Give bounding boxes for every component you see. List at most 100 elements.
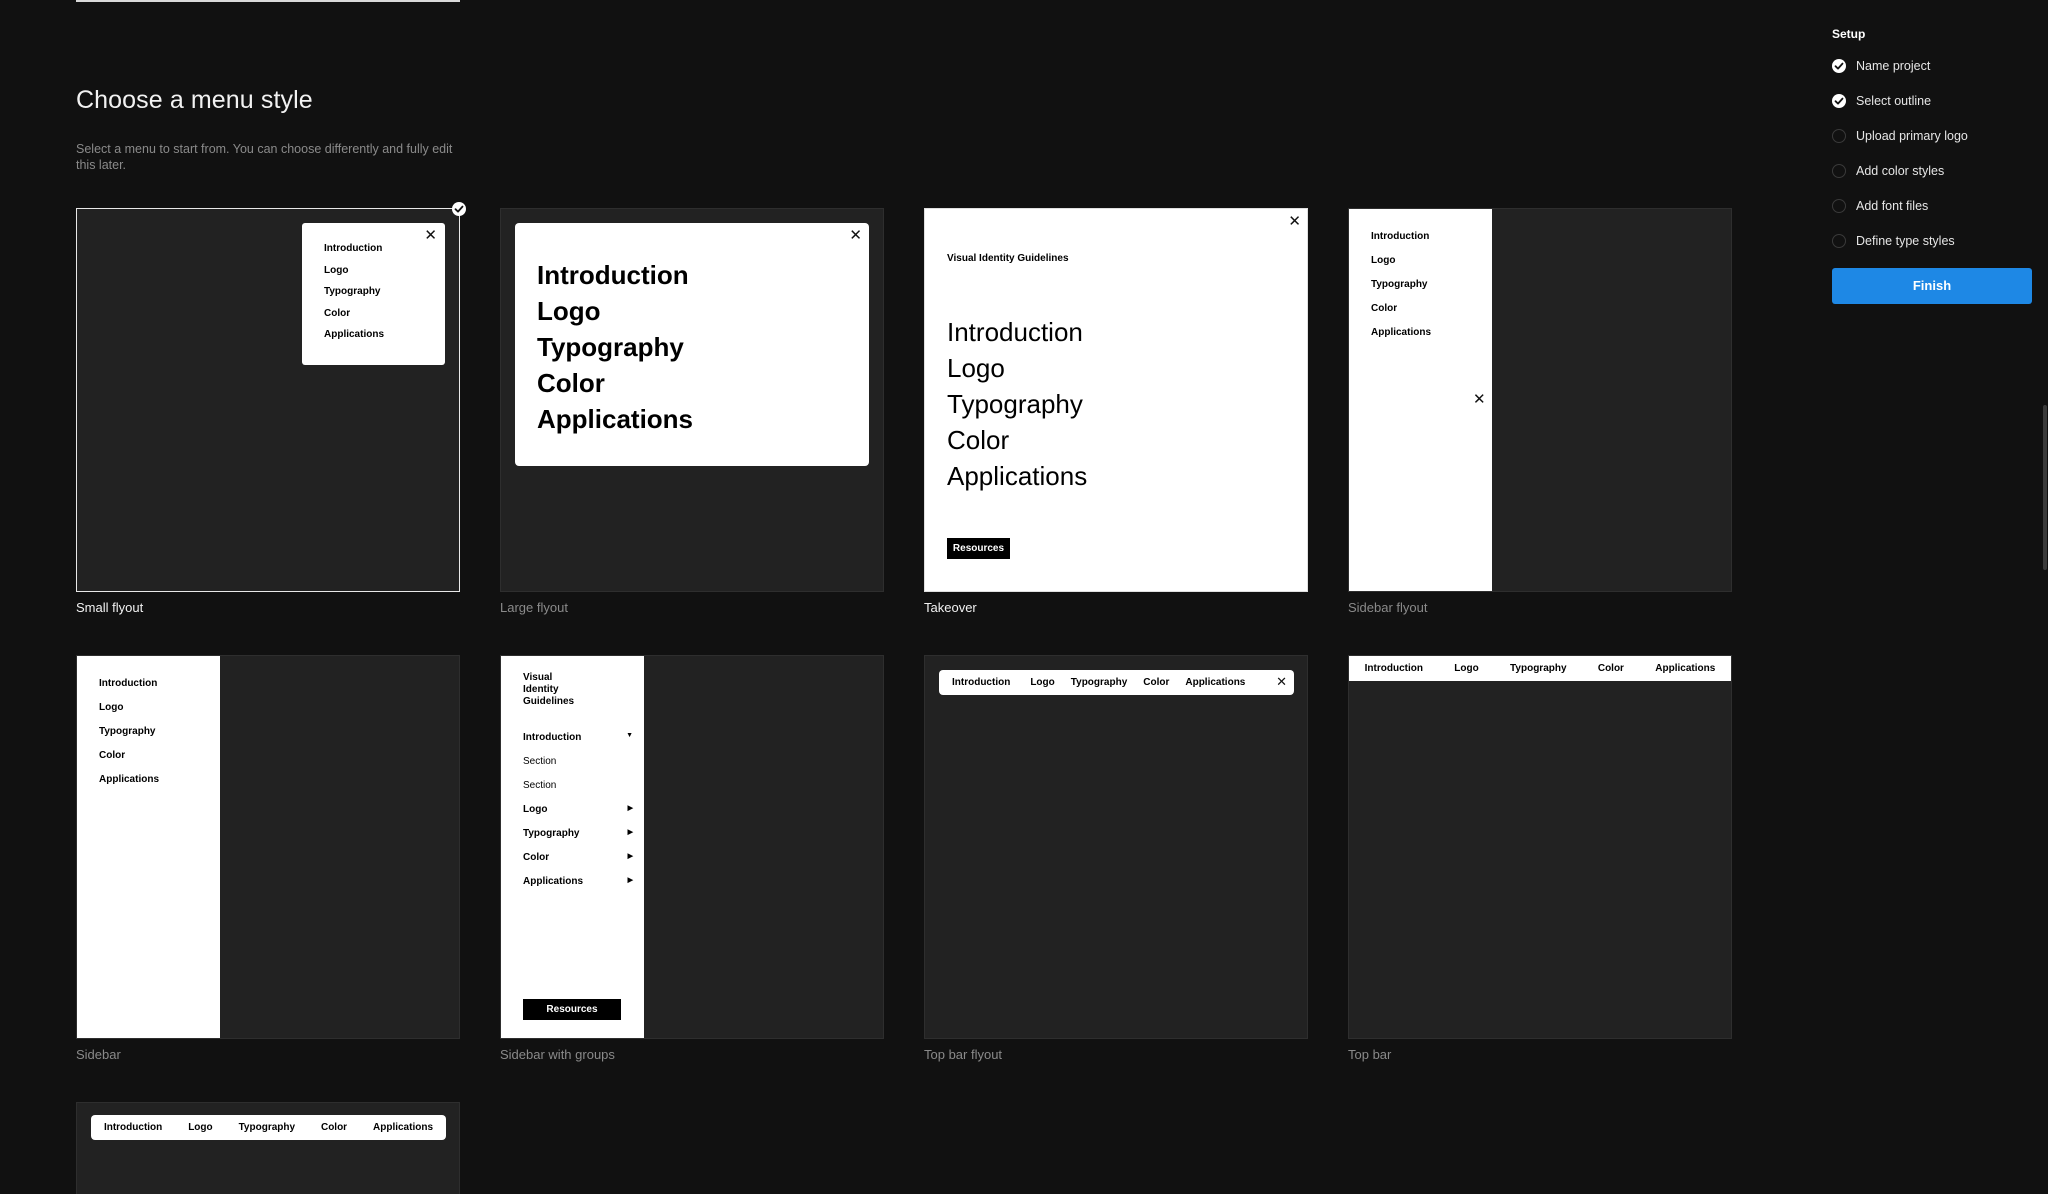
preview-menu-item: Introduction [99,678,158,689]
menu-style-card-top-bar[interactable]: Introduction Logo Typography Color Appli… [1348,655,1732,1039]
setup-step-label: Upload primary logo [1856,129,1968,143]
preview-menu-item: Color [1143,677,1170,688]
card-label-takeover: Takeover [924,600,977,615]
card-label-small-flyout: Small flyout [76,600,144,615]
setup-step-label: Name project [1856,59,1931,73]
preview-menu-item: Logo [1454,663,1479,674]
preview-resources-button: Resources [523,999,621,1020]
menu-style-card-takeover[interactable]: ✕ Visual Identity Guidelines Introductio… [924,208,1308,592]
preview-menu-item: Introduction [537,260,689,290]
preview-menu-item: Color [324,307,351,319]
card-label-sidebar-flyout: Sidebar flyout [1348,600,1428,615]
preview-menu-item: Applications [1185,677,1246,688]
card-label-top-bar-flyout: Top bar flyout [924,1047,1003,1062]
preview-large-flyout-panel: ✕ Introduction Logo Typography Color App… [515,223,869,466]
preview-resources-button: Resources [947,538,1010,559]
preview-menu-item: Introduction [103,1122,163,1133]
preview-menu-item: Color [320,1122,348,1133]
preview-menu-item: Color [1371,303,1398,314]
check-circle-icon [1832,59,1846,73]
preview-menu-item: Logo [324,264,349,276]
preview-menu-item: Applications [537,404,694,434]
preview-menu-item: Introduction [952,677,1011,688]
card-label-large-flyout: Large flyout [500,600,568,615]
setup-step-add-font-files[interactable]: Add font files [1832,197,1928,215]
preview-sidebar-panel: Introduction Logo Typography Color Appli… [77,656,220,1038]
preview-menu-item: Logo [1030,677,1055,688]
preview-sidebar-flyout-panel: Introduction Logo Typography Color Appli… [1349,209,1492,591]
empty-circle-icon [1832,164,1846,178]
preview-menu-item: Typography [324,286,381,298]
setup-step-upload-primary-logo[interactable]: Upload primary logo [1832,127,1968,145]
preview-menu-item: Typography [1070,677,1128,688]
caret-right-icon: ▶ [627,805,633,812]
preview-menu-item: Applications [1655,663,1716,674]
preview-menu-item: Typography [947,389,1083,419]
close-icon: ✕ [849,226,862,244]
page-subtitle: Select a menu to start from. You can cho… [76,142,453,172]
preview-menu-item: Typography [1510,663,1567,674]
preview-menu-item: Introduction [947,317,1083,347]
menu-style-card-floating-top-bar[interactable]: Introduction Logo Typography Color Appli… [76,1102,460,1194]
preview-group-item: Logo ▶ [523,804,633,815]
scrollbar-thumb[interactable] [2043,405,2047,570]
close-icon: ✕ [424,226,437,244]
preview-menu-item: Applications [99,774,160,785]
preview-menu-item: Applications [324,329,385,341]
preview-menu-item: Introduction [1371,231,1430,242]
menu-style-card-sidebar[interactable]: Introduction Logo Typography Color Appli… [76,655,460,1039]
close-icon: ✕ [1288,212,1301,230]
preview-menu-item: Typography [238,1122,296,1133]
setup-step-select-outline[interactable]: Select outline [1832,92,1931,110]
previous-section-divider [76,0,460,2]
caret-right-icon: ▶ [627,829,633,836]
preview-menu-item: Applications [947,461,1088,491]
setup-step-add-color-styles[interactable]: Add color styles [1832,162,1944,180]
close-icon: ✕ [1473,390,1486,408]
close-icon: ✕ [1276,675,1287,690]
menu-style-card-sidebar-with-groups[interactable]: Visual Identity Guidelines Introduction … [500,655,884,1039]
preview-menu-item: Typography [1371,279,1428,290]
finish-button[interactable]: Finish [1832,268,2032,304]
preview-brand-title: Visual Identity Guidelines [947,253,1069,264]
check-circle-icon [1832,94,1846,108]
preview-menu-item: Typography [537,332,684,362]
preview-section-item: Section [523,780,557,791]
empty-circle-icon [1832,234,1846,248]
setup-title: Setup [1832,27,1866,41]
preview-menu-item: Applications [373,1122,434,1133]
page-title: Choose a menu style [76,86,313,114]
preview-brand-title: Visual Identity Guidelines [523,672,575,707]
menu-style-card-sidebar-flyout[interactable]: Introduction Logo Typography Color Appli… [1348,208,1732,592]
preview-menu-item: Color [99,750,126,761]
preview-menu-item: Logo [188,1122,213,1133]
menu-style-card-top-bar-flyout[interactable]: Introduction Logo Typography Color Appli… [924,655,1308,1039]
setup-step-label: Add font files [1856,199,1929,213]
preview-menu-item: Logo [99,702,124,713]
setup-step-label: Add color styles [1856,164,1945,178]
card-label-top-bar: Top bar [1348,1047,1392,1062]
preview-section-item: Section [523,756,557,767]
empty-circle-icon [1832,129,1846,143]
menu-style-card-large-flyout[interactable]: ✕ Introduction Logo Typography Color App… [500,208,884,592]
caret-down-icon: ▼ [626,732,633,739]
preview-menu-item: Introduction [1364,663,1423,674]
preview-menu-item: Color [947,425,1010,455]
preview-menu-item: Logo [947,353,1005,383]
preview-menu-item: Logo [537,296,601,326]
setup-step-label: Define type styles [1856,234,1955,248]
preview-takeover-panel: ✕ Visual Identity Guidelines Introductio… [925,209,1307,591]
preview-menu-item: Color [537,368,605,398]
preview-menu-item: Color [1597,663,1624,674]
preview-top-bar: Introduction Logo Typography Color Appli… [1349,656,1731,681]
preview-sidebar-groups-panel: Visual Identity Guidelines Introduction … [501,656,644,1038]
setup-step-define-type-styles[interactable]: Define type styles [1832,232,1955,250]
preview-menu-item: Introduction [324,243,383,254]
empty-circle-icon [1832,199,1846,213]
setup-step-label: Select outline [1856,94,1932,108]
preview-small-flyout-panel: ✕ Introduction Logo Typography Color App… [302,223,445,365]
caret-right-icon: ▶ [627,853,633,860]
menu-style-card-small-flyout[interactable]: ✕ Introduction Logo Typography Color App… [76,208,460,592]
setup-step-name-project[interactable]: Name project [1832,57,1930,75]
preview-menu-item: Applications [1371,327,1432,338]
